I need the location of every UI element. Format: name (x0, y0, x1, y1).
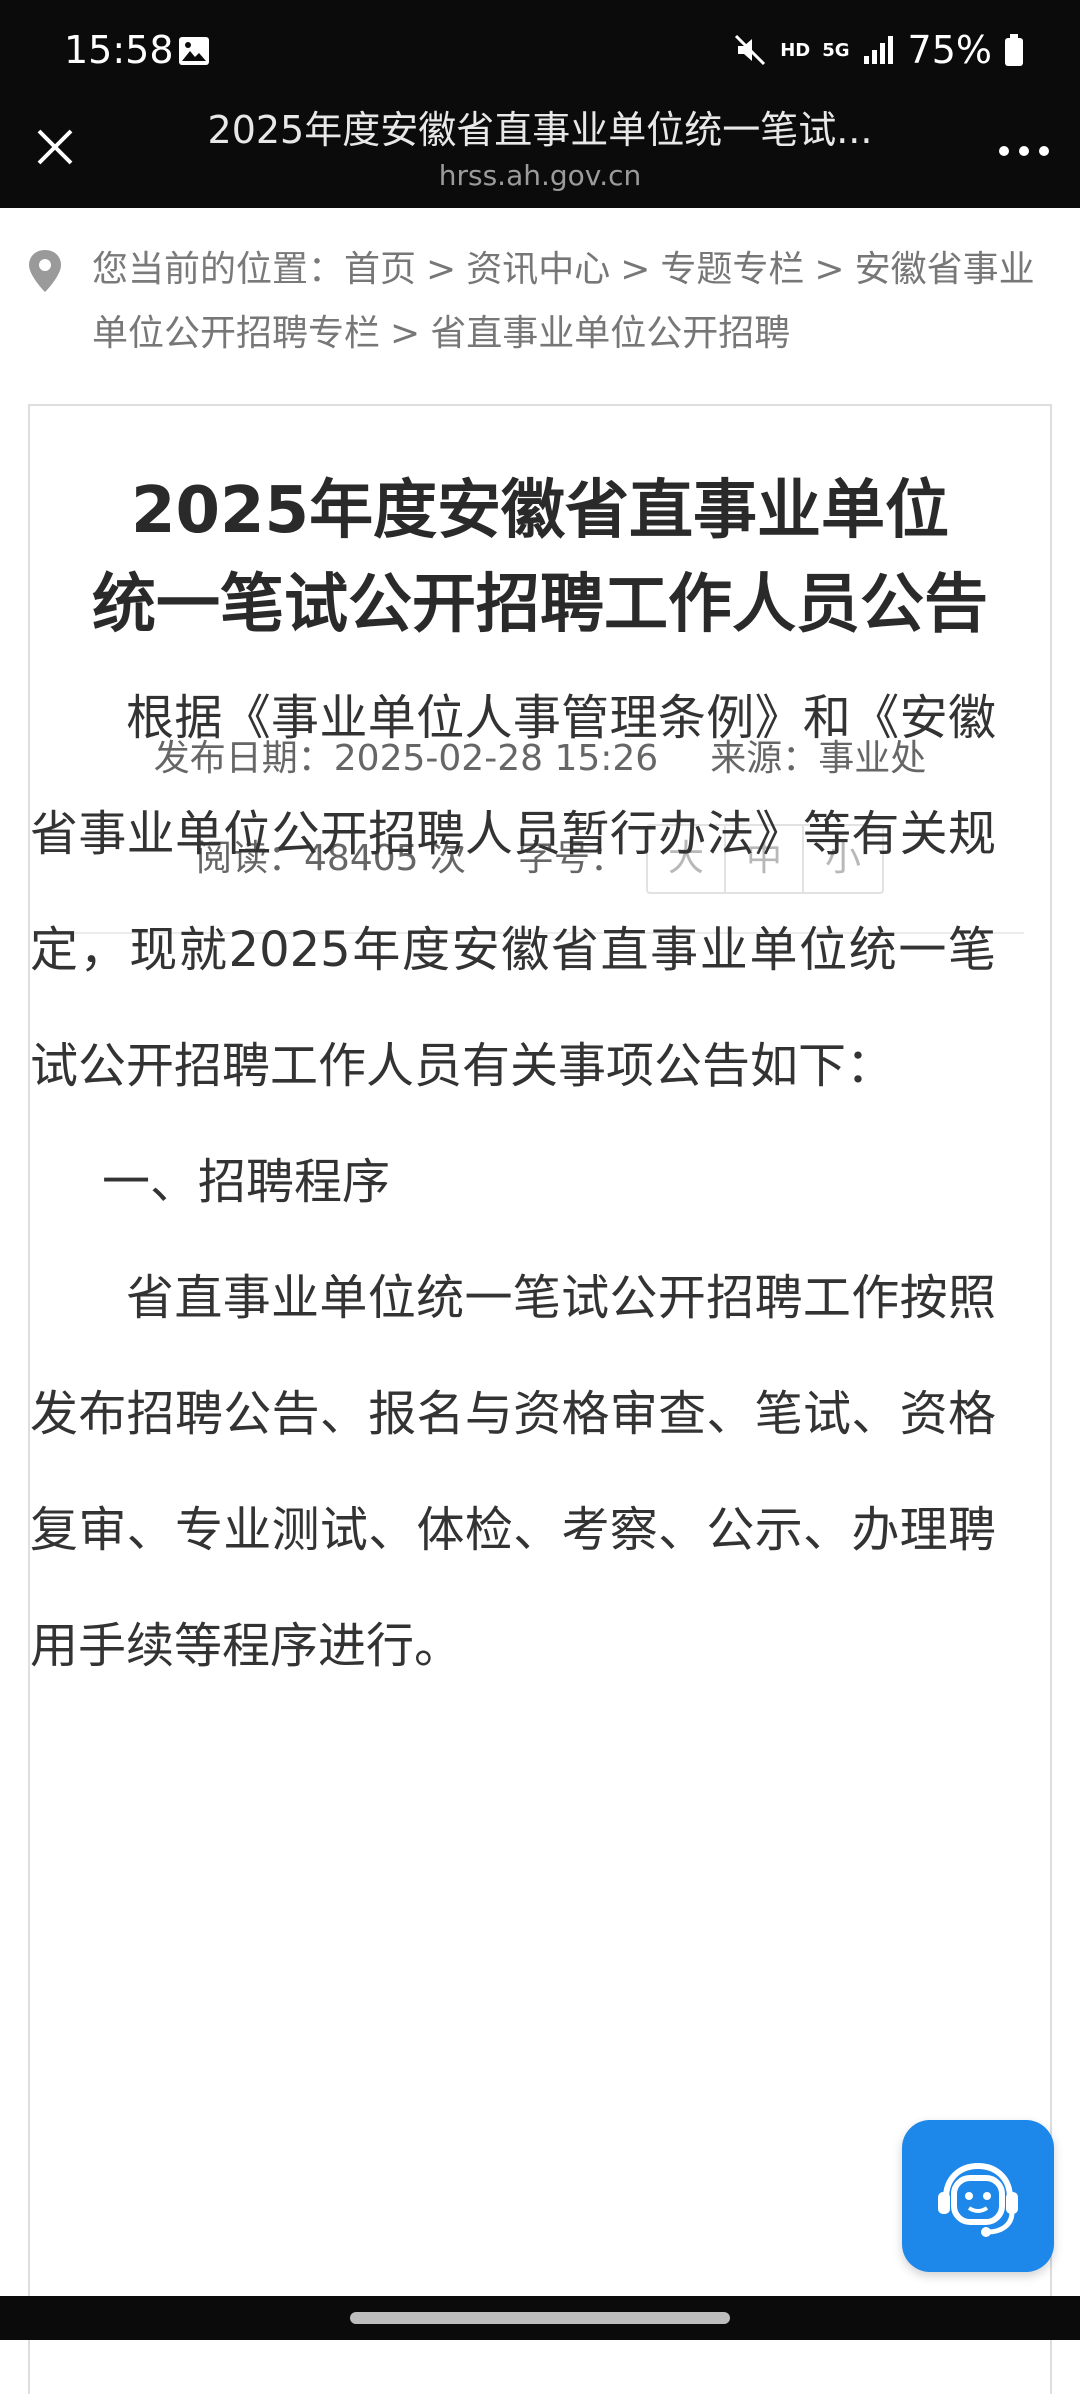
page-title: 2025年度安徽省直事业单位统一笔试... (207, 108, 873, 152)
close-button[interactable] (22, 114, 88, 180)
article-title-line-2: 统一笔试公开招聘工作人员公告 (92, 568, 988, 642)
status-time: 15:58 (64, 28, 174, 72)
battery-percent: 75% (907, 28, 992, 72)
navigation-bar (0, 2296, 1080, 2340)
network-label: 5G (822, 39, 850, 61)
hd-label: HD (780, 39, 811, 61)
breadcrumb: 您当前的位置：首页 > 资讯中心 > 专题专栏 > 安徽省事业单位公开招聘专栏 > 省直事业单位… (0, 208, 1080, 366)
breadcrumb-separator: > (620, 249, 651, 290)
battery-icon (1005, 34, 1023, 66)
status-bar: 15:58 HD 5G 75% (0, 0, 1080, 100)
photo-icon (179, 37, 209, 65)
assistant-button[interactable] (902, 2120, 1054, 2272)
browser-title-bar: 2025年度安徽省直事业单位统一笔试... hrss.ah.gov.cn (0, 100, 1080, 208)
article-title: 2025年度安徽省直事业单位 统一笔试公开招聘工作人员公告 (30, 464, 1050, 652)
section-heading: 一、招聘程序 (102, 1154, 391, 1210)
breadcrumb-separator: > (814, 249, 845, 290)
article-paragraph: 根据《事业单位人事管理条例》和《安徽省事业单位公开招聘人员暂行办法》等有关规定，… (30, 690, 996, 1094)
close-icon (37, 129, 73, 165)
article-body: 根据《事业单位人事管理条例》和《安徽省事业单位公开招聘人员暂行办法》等有关规定，… (30, 660, 996, 1704)
breadcrumb-separator: > (426, 249, 457, 290)
breadcrumb-news-center[interactable]: 资讯中心 (466, 249, 610, 290)
breadcrumb-home[interactable]: 首页 (344, 249, 416, 290)
article-paragraph: 省直事业单位统一笔试公开招聘工作按照发布招聘公告、报名与资格审查、笔试、资格复审… (30, 1270, 996, 1674)
breadcrumb-separator: > (390, 313, 421, 354)
signal-icon (863, 36, 893, 64)
more-button[interactable] (988, 118, 1060, 184)
robot-assistant-icon (938, 2162, 1018, 2237)
mute-icon (735, 34, 766, 66)
location-pin-icon (29, 250, 61, 292)
page-url: hrss.ah.gov.cn (438, 159, 642, 192)
more-icon (999, 146, 1049, 156)
article-title-line-1: 2025年度安徽省直事业单位 (130, 474, 950, 548)
breadcrumb-provincial-recruitment[interactable]: 省直事业单位公开招聘 (430, 313, 790, 354)
home-indicator[interactable] (350, 2312, 730, 2324)
breadcrumb-prefix: 您当前的位置： (92, 249, 345, 290)
status-icons: HD 5G 75% (732, 20, 1024, 80)
breadcrumb-special-topics[interactable]: 专题专栏 (660, 249, 804, 290)
